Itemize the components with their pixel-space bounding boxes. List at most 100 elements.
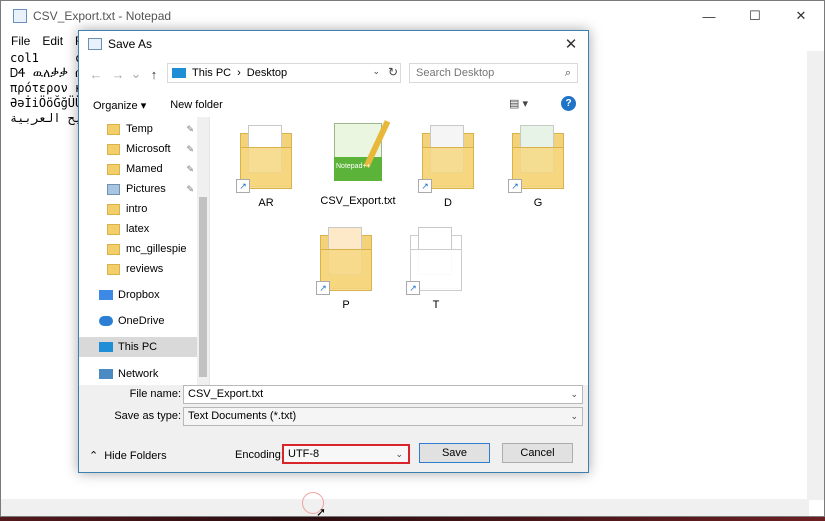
close-button[interactable]: ✕ [778,1,824,31]
breadcrumb-this-pc[interactable]: This PC [192,67,231,79]
save-type-row: Save as type: Text Documents (*.txt) ⌄ [79,407,588,427]
chevron-down-icon[interactable]: ⌄ [570,389,578,400]
organize-button[interactable]: Organize ▾ [93,99,146,112]
folder-icon [107,123,120,135]
sidebar-item-latex[interactable]: latex [79,219,209,239]
shortcut-arrow-icon: ↗ [236,179,250,193]
file-item-d[interactable]: ↗ D [408,125,488,209]
sidebar-item-intro[interactable]: intro [79,199,209,219]
save-type-value: Text Documents (*.txt) [188,410,297,422]
dialog-footer: ⌃ Hide Folders Encoding: UTF-8 ⌄ Save Canc… [79,440,588,472]
breadcrumb-separator[interactable]: › [237,67,241,79]
file-item-p[interactable]: ↗ P [306,227,386,311]
horizontal-scrollbar[interactable] [1,499,809,516]
sidebar-item-label: Microsoft [126,143,171,155]
dialog-close-button[interactable]: ✕ [560,34,582,54]
encoding-value: UTF-8 [288,448,320,460]
file-item-csv-export[interactable]: Notepad++ CSV_Export.txt [318,120,398,207]
notepad-plus-plus-file-icon: Notepad++ [330,120,391,185]
forward-arrow-icon[interactable]: → [107,67,129,82]
hide-folders-button[interactable]: ⌃ Hide Folders [89,449,167,463]
vertical-scrollbar[interactable] [807,51,824,500]
sidebar-item-network[interactable]: Network [79,364,209,384]
save-as-icon [88,38,102,50]
sidebar-item-mc-gillespie[interactable]: mc_gillespie [79,239,209,259]
file-name-field[interactable]: CSV_Export.txt ⌄ [183,385,583,404]
folder-icon [107,263,120,275]
folder-icon: ↗ [508,125,564,193]
file-label: T [432,299,440,311]
file-label: AR [258,197,274,209]
sidebar-item-reviews[interactable]: reviews [79,259,209,279]
sidebar-item-onedrive[interactable]: OneDrive [79,311,209,331]
sidebar-item-label: OneDrive [118,315,165,327]
sidebar-item-mamed[interactable]: Mamed ✎ [79,159,209,179]
sidebar-item-label: intro [126,203,148,215]
notepad-titlebar: CSV_Export.txt - Notepad — ☐ ✕ [1,1,824,31]
sidebar-item-label: Mamed [126,163,163,175]
nav-scrollbar[interactable] [197,117,209,385]
save-type-select[interactable]: Text Documents (*.txt) ⌄ [183,407,583,426]
address-bar[interactable]: This PC › Desktop ⌄ ↻ [167,63,401,83]
help-icon[interactable]: ? [561,96,576,111]
file-label: D [444,197,452,209]
cancel-button[interactable]: Cancel [502,443,573,463]
folder-icon [107,243,120,255]
new-folder-button[interactable]: New folder [170,99,223,111]
dropbox-icon [99,290,113,300]
view-options-icon[interactable]: ▤ ▾ [509,97,528,110]
menu-file[interactable]: File [11,34,30,48]
file-item-t[interactable]: ↗ T [396,227,476,311]
sidebar-item-pictures[interactable]: Pictures ✎ [79,179,209,199]
folder-icon: ↗ [406,227,462,295]
save-type-label: Save as type: [114,410,181,422]
this-pc-icon [99,342,113,352]
file-list: ↗ AR Notepad++ CSV_Export.txt ↗ D ↗ G ↗ … [210,117,588,385]
this-pc-icon [172,68,186,78]
maximize-button[interactable]: ☐ [732,1,778,31]
search-icon[interactable]: ⌕ [565,67,571,80]
menu-edit[interactable]: Edit [42,34,63,48]
shortcut-arrow-icon: ↗ [316,281,330,295]
file-item-g[interactable]: ↗ G [498,125,578,209]
file-label: CSV_Export.txt [320,195,396,207]
save-as-dialog: Save As ✕ ← → ⌄ ↑ This PC › Desktop ⌄ ↻ … [78,30,589,473]
toolbar: Organize ▾ New folder ▤ ▾ ? [79,91,588,118]
mouse-cursor-icon: ➚ [316,505,327,519]
sidebar-item-label: This PC [118,341,158,353]
sidebar-item-temp[interactable]: Temp ✎ [79,119,209,139]
shortcut-arrow-icon: ↗ [418,179,432,193]
folder-icon [107,163,120,175]
file-label: P [342,299,350,311]
folder-icon: ↗ [236,125,292,193]
sidebar-item-label: Temp [126,123,153,135]
sidebar-item-label: reviews [126,263,164,275]
chevron-down-icon[interactable]: ⌄ [395,449,403,460]
notepad-icon [13,9,27,23]
sidebar-item-microsoft[interactable]: Microsoft ✎ [79,139,209,159]
sidebar-item-this-pc[interactable]: This PC [79,337,209,357]
encoding-select[interactable]: UTF-8 ⌄ [282,444,410,464]
chevron-down-icon[interactable]: ⌄ [570,411,578,422]
search-input[interactable] [414,66,558,80]
back-arrow-icon[interactable]: ← [85,67,107,82]
breadcrumb-desktop[interactable]: Desktop [247,67,287,79]
folder-icon: ↗ [316,227,372,295]
nav-scrollbar-thumb[interactable] [199,197,207,377]
minimize-button[interactable]: — [686,1,732,31]
address-dropdown-icon[interactable]: ⌄ [372,66,380,77]
chevron-up-icon: ⌃ [89,450,99,462]
shortcut-arrow-icon: ↗ [406,281,420,295]
pin-icon: ✎ [186,143,194,154]
shortcut-arrow-icon: ↗ [508,179,522,193]
refresh-icon[interactable]: ↻ [388,65,398,79]
file-name-value: CSV_Export.txt [188,388,264,400]
save-button[interactable]: Save [419,443,490,463]
recent-locations-icon[interactable]: ⌄ [129,66,143,82]
up-arrow-icon[interactable]: ↑ [143,67,165,82]
sidebar-item-dropbox[interactable]: Dropbox [79,285,209,305]
folder-icon [107,203,120,215]
dialog-title: Save As [108,37,153,51]
hide-folders-label: Hide Folders [104,449,167,462]
file-item-ar[interactable]: ↗ AR [226,125,306,209]
